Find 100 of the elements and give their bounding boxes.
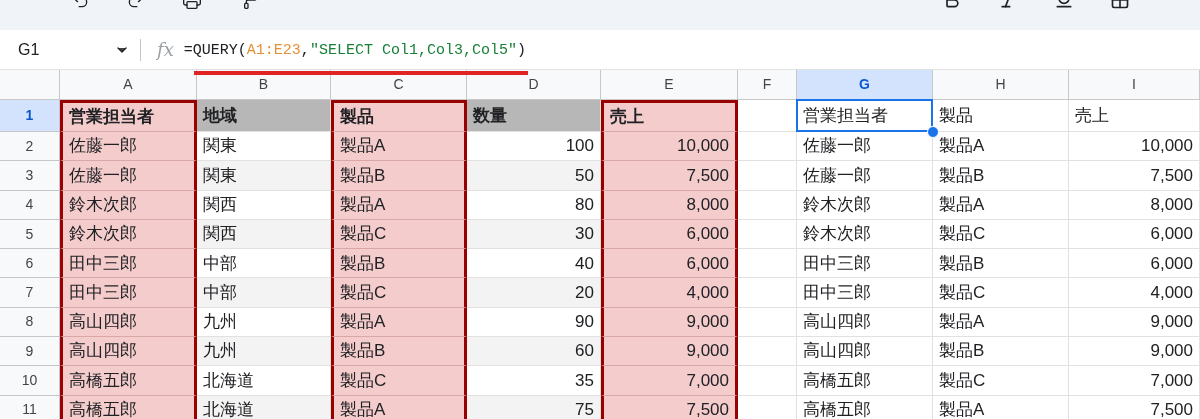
table-cell: 35 xyxy=(467,366,601,396)
table-cell: 製品A xyxy=(933,132,1069,162)
table-cell: 9,000 xyxy=(601,337,738,367)
table-cell: 7,500 xyxy=(601,395,738,419)
table-cell: 80 xyxy=(467,190,601,220)
table-cell: 製品C xyxy=(933,366,1069,396)
column-header[interactable]: I xyxy=(1069,70,1200,99)
table-cell: 鈴木次郎 xyxy=(797,190,933,220)
table-cell: 中部 xyxy=(197,249,331,279)
table-cell: 10,000 xyxy=(1069,132,1200,162)
column-header[interactable]: A xyxy=(60,70,197,99)
table-cell: 7,000 xyxy=(1069,366,1200,396)
table-cell: 7,500 xyxy=(1069,161,1200,191)
table-cell: 製品C xyxy=(933,278,1069,308)
table-cell: 90 xyxy=(467,307,601,338)
table-cell: 製品B xyxy=(933,161,1069,191)
table-cell: 60 xyxy=(467,337,601,367)
table-cell: 製品C xyxy=(331,219,467,250)
table-cell: 6,000 xyxy=(1069,219,1200,250)
table-cell: 製品C xyxy=(331,278,467,308)
table-cell: 7,500 xyxy=(601,161,738,191)
table-cell: 北海道 xyxy=(197,366,331,396)
table-cell: 製品A xyxy=(331,132,467,162)
fill-handle[interactable] xyxy=(927,126,939,138)
table-cell: 高橋五郎 xyxy=(60,395,197,419)
table-cell: 製品A xyxy=(331,395,467,419)
table-cell: 関西 xyxy=(197,219,331,250)
table-cell: 鈴木次郎 xyxy=(60,219,197,250)
table-cell: 田中三郎 xyxy=(60,249,197,279)
formula-text[interactable]: =QUERY(A1:E23,"SELECT Col1,Col3,Col5") xyxy=(183,41,526,59)
table-cell: 製品 xyxy=(331,100,467,132)
row-header[interactable]: 11 xyxy=(0,395,60,419)
row-header[interactable]: 8 xyxy=(0,307,60,338)
table-cell: 関西 xyxy=(197,190,331,220)
row-header[interactable]: 1 xyxy=(0,100,60,132)
table-cell: 製品C xyxy=(331,366,467,396)
table-cell: 九州 xyxy=(197,337,331,367)
table-cell: 20 xyxy=(467,278,601,308)
column-header[interactable]: C xyxy=(331,70,467,99)
name-box[interactable]: G1 xyxy=(18,37,40,62)
row-header[interactable]: 5 xyxy=(0,219,60,250)
table-cell: 数量 xyxy=(467,100,601,132)
table-cell: 田中三郎 xyxy=(797,278,933,308)
table-cell: 製品C xyxy=(933,219,1069,250)
table-cell: 売上 xyxy=(601,100,738,132)
table-cell: 50 xyxy=(467,161,601,191)
table-cell: 30 xyxy=(467,219,601,250)
table-cell: 4,000 xyxy=(1069,278,1200,308)
table-cell: 製品A xyxy=(933,307,1069,338)
table-cell: 6,000 xyxy=(601,219,738,250)
table-cell: 高橋五郎 xyxy=(60,366,197,396)
table-cell: 高山四郎 xyxy=(797,337,933,367)
table-cell: 北海道 xyxy=(197,395,331,419)
table-cell: 高山四郎 xyxy=(797,307,933,338)
table-cell: 佐藤一郎 xyxy=(60,161,197,191)
row-header[interactable]: 3 xyxy=(0,161,60,191)
table-cell: 地域 xyxy=(197,100,331,132)
table-cell: 田中三郎 xyxy=(797,249,933,279)
table-cell: 75 xyxy=(467,395,601,419)
row-header[interactable]: 2 xyxy=(0,132,60,162)
table-cell: 4,000 xyxy=(601,278,738,308)
table-cell: 製品B xyxy=(331,337,467,367)
table-cell: 製品A xyxy=(331,307,467,338)
table-cell: 6,000 xyxy=(601,249,738,279)
column-header[interactable]: B xyxy=(197,70,331,99)
table-cell: 関東 xyxy=(197,132,331,162)
table-cell: 佐藤一郎 xyxy=(60,132,197,162)
table-cell: 高山四郎 xyxy=(60,307,197,338)
table-cell: 製品B xyxy=(331,249,467,279)
table-cell: 売上 xyxy=(1069,100,1200,132)
row-header[interactable]: 9 xyxy=(0,337,60,367)
table-cell: 9,000 xyxy=(1069,307,1200,338)
table-cell: 8,000 xyxy=(601,190,738,220)
table-cell: 田中三郎 xyxy=(60,278,197,308)
row-header[interactable]: 7 xyxy=(0,278,60,308)
row-header[interactable]: 4 xyxy=(0,190,60,220)
table-cell: 鈴木次郎 xyxy=(60,190,197,220)
table-cell: 9,000 xyxy=(1069,337,1200,367)
table-cell: 8,000 xyxy=(1069,190,1200,220)
function-label: fx xyxy=(157,38,174,62)
column-header[interactable]: H xyxy=(933,70,1069,99)
column-header[interactable]: D xyxy=(467,70,601,99)
table-cell: 6,000 xyxy=(1069,249,1200,279)
table-cell: 高橋五郎 xyxy=(797,366,933,396)
table-cell: 高山四郎 xyxy=(60,337,197,367)
table-cell: 製品B xyxy=(331,161,467,191)
table-cell: 製品B xyxy=(933,337,1069,367)
table-cell: 関東 xyxy=(197,161,331,191)
table-cell: 佐藤一郎 xyxy=(797,161,933,191)
column-header[interactable]: G xyxy=(797,70,933,99)
table-cell: 100 xyxy=(467,132,601,162)
table-cell: 営業担当者 xyxy=(60,100,197,132)
table-cell: 40 xyxy=(467,249,601,279)
row-header[interactable]: 6 xyxy=(0,249,60,279)
column-header[interactable]: E xyxy=(601,70,738,99)
row-header[interactable]: 10 xyxy=(0,366,60,396)
table-cell: 鈴木次郎 xyxy=(797,219,933,250)
table-cell: 10,000 xyxy=(601,132,738,162)
table-cell: 製品A xyxy=(331,190,467,220)
table-cell: 製品A xyxy=(933,190,1069,220)
